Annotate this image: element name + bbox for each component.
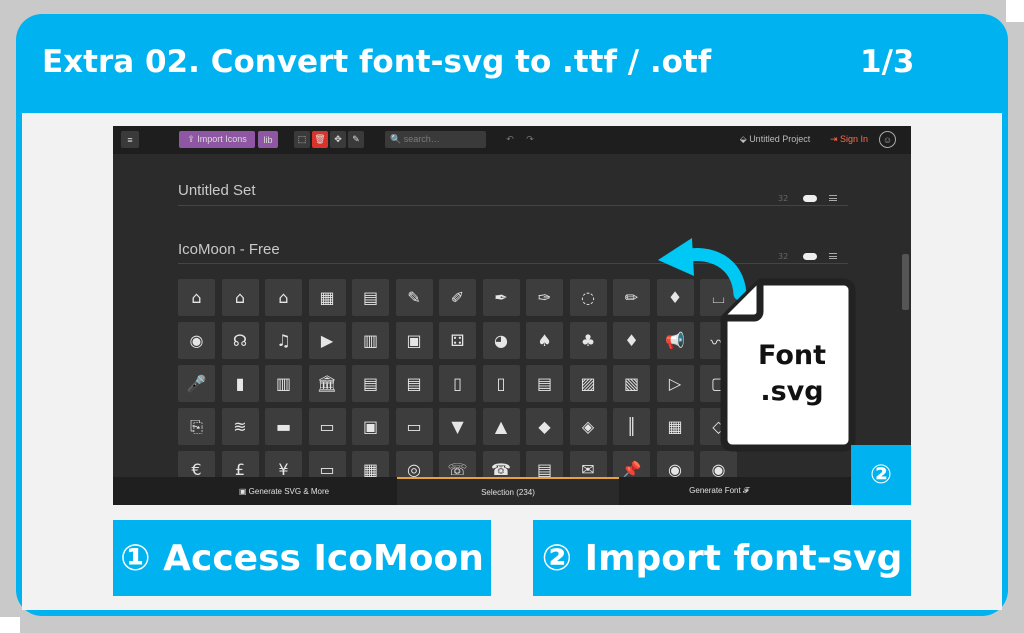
icon-tile[interactable]: ≋ bbox=[221, 408, 259, 445]
selection-tab[interactable]: Selection (234) bbox=[397, 477, 619, 505]
delete-tool-icon[interactable]: 🗑 bbox=[312, 131, 328, 148]
icon-tile[interactable]: ▤ bbox=[526, 365, 563, 402]
icon-tile[interactable]: ▯ bbox=[482, 365, 520, 402]
generate-svg-button[interactable]: ▣ Generate SVG & More bbox=[179, 477, 389, 505]
icon-tile[interactable]: ▨ bbox=[569, 365, 607, 402]
icon-tile[interactable]: ▥ bbox=[352, 322, 389, 359]
icon-tile[interactable]: ▶ bbox=[308, 322, 346, 359]
import-icons-button[interactable]: ⇪ Import Icons bbox=[179, 131, 255, 148]
icon-tile[interactable]: ▦ bbox=[308, 279, 346, 316]
icon-tile[interactable]: ♠ bbox=[526, 322, 563, 359]
set-size: 32 bbox=[778, 194, 789, 203]
library-button[interactable]: lib bbox=[258, 131, 278, 148]
icon-tile[interactable]: ♫ bbox=[265, 322, 302, 359]
step-badge: ② bbox=[851, 445, 911, 505]
set-size: 32 bbox=[778, 252, 789, 261]
set-menu-icon[interactable] bbox=[829, 253, 837, 259]
icon-tile[interactable]: ▥ bbox=[265, 365, 302, 402]
icon-tile[interactable]: ▧ bbox=[613, 365, 650, 402]
file-label-line: Font bbox=[757, 340, 827, 371]
corner-strip bbox=[0, 617, 20, 633]
file-label: Font .svg bbox=[740, 338, 844, 410]
app-topbar: ≡ ⇪ Import Icons lib ⬚ 🗑 ✥ ✎ 🔍 search… ↶… bbox=[113, 126, 911, 154]
icon-tile[interactable]: ▯ bbox=[439, 365, 476, 402]
icon-tile[interactable]: ▼ bbox=[439, 408, 476, 445]
set-menu-icon[interactable] bbox=[829, 195, 837, 201]
icon-tile[interactable]: ▮ bbox=[221, 365, 259, 402]
icon-tile[interactable]: ⌂ bbox=[221, 279, 259, 316]
icon-tile[interactable]: 🏛 bbox=[308, 365, 346, 402]
set-title[interactable]: IcoMoon - Free bbox=[178, 241, 280, 258]
icon-tile[interactable]: ✒ bbox=[482, 279, 520, 316]
step-import-font-svg: ② Import font-svg bbox=[533, 520, 911, 596]
icon-tile[interactable]: ▷ bbox=[656, 365, 694, 402]
corner-strip bbox=[1006, 0, 1024, 22]
icon-tile[interactable]: ✎ bbox=[395, 279, 433, 316]
icon-tile[interactable]: ✑ bbox=[526, 279, 563, 316]
project-name[interactable]: ⬙ Untitled Project bbox=[733, 131, 817, 148]
icon-tile[interactable]: ▬ bbox=[265, 408, 302, 445]
set-toggle[interactable] bbox=[803, 195, 817, 202]
move-tool-icon[interactable]: ✥ bbox=[330, 131, 346, 148]
icon-tile[interactable]: ⌂ bbox=[178, 279, 215, 316]
step-access-icomoon: ① Access IcoMoon bbox=[113, 520, 491, 596]
icon-tile[interactable]: ⚃ bbox=[439, 322, 476, 359]
menu-icon[interactable]: ≡ bbox=[121, 131, 139, 148]
generate-font-button[interactable]: Generate Font 𝓕 bbox=[627, 477, 811, 505]
bottom-bar: ▣ Generate SVG & More Selection (234) Ge… bbox=[113, 477, 911, 505]
icon-tile[interactable]: ◈ bbox=[569, 408, 607, 445]
icon-tile[interactable]: ⎘ bbox=[178, 408, 215, 445]
icon-tile[interactable]: ✏ bbox=[613, 279, 650, 316]
icon-tile[interactable]: ▭ bbox=[308, 408, 346, 445]
icon-tile[interactable]: ▭ bbox=[395, 408, 433, 445]
icon-tile[interactable]: ✐ bbox=[439, 279, 476, 316]
file-label-line: .svg bbox=[760, 376, 824, 407]
scrollbar[interactable] bbox=[902, 254, 909, 310]
set-divider bbox=[178, 205, 848, 206]
icon-tile[interactable]: 🎤 bbox=[178, 365, 215, 402]
slide-title: Extra 02. Convert font-svg to .ttf / .ot… bbox=[42, 44, 712, 80]
icon-tile[interactable]: ♣ bbox=[569, 322, 607, 359]
redo-icon[interactable]: ↷ bbox=[522, 131, 538, 148]
icon-tile[interactable]: ▲ bbox=[482, 408, 520, 445]
icon-tile[interactable]: ▤ bbox=[395, 365, 433, 402]
icon-tile[interactable]: ▤ bbox=[352, 279, 389, 316]
page-counter: 1/3 bbox=[860, 44, 915, 80]
undo-icon[interactable]: ↶ bbox=[502, 131, 518, 148]
search-input[interactable]: 🔍 search… bbox=[385, 131, 486, 148]
sign-in-link[interactable]: ⇥ Sign In bbox=[827, 131, 871, 148]
icon-tile[interactable]: ☊ bbox=[221, 322, 259, 359]
icon-tile[interactable]: ◌ bbox=[569, 279, 607, 316]
smiley-icon[interactable]: ☺ bbox=[879, 131, 896, 148]
icon-tile[interactable]: ▦ bbox=[656, 408, 694, 445]
icon-tile[interactable]: ▣ bbox=[352, 408, 389, 445]
select-tool-icon[interactable]: ⬚ bbox=[294, 131, 310, 148]
icon-tile[interactable]: ◕ bbox=[482, 322, 520, 359]
icon-tile[interactable]: ▤ bbox=[352, 365, 389, 402]
icon-tile[interactable]: ♦ bbox=[613, 322, 650, 359]
icon-tile[interactable]: ⌂ bbox=[265, 279, 302, 316]
icon-tile[interactable]: ║ bbox=[613, 408, 650, 445]
set-toggle[interactable] bbox=[803, 253, 817, 260]
icon-tile[interactable]: ◉ bbox=[178, 322, 215, 359]
icon-tile[interactable]: ◆ bbox=[526, 408, 563, 445]
icon-tile[interactable]: ▣ bbox=[395, 322, 433, 359]
edit-tool-icon[interactable]: ✎ bbox=[348, 131, 364, 148]
icon-tile[interactable]: 📢 bbox=[656, 322, 694, 359]
set-title[interactable]: Untitled Set bbox=[178, 182, 256, 199]
